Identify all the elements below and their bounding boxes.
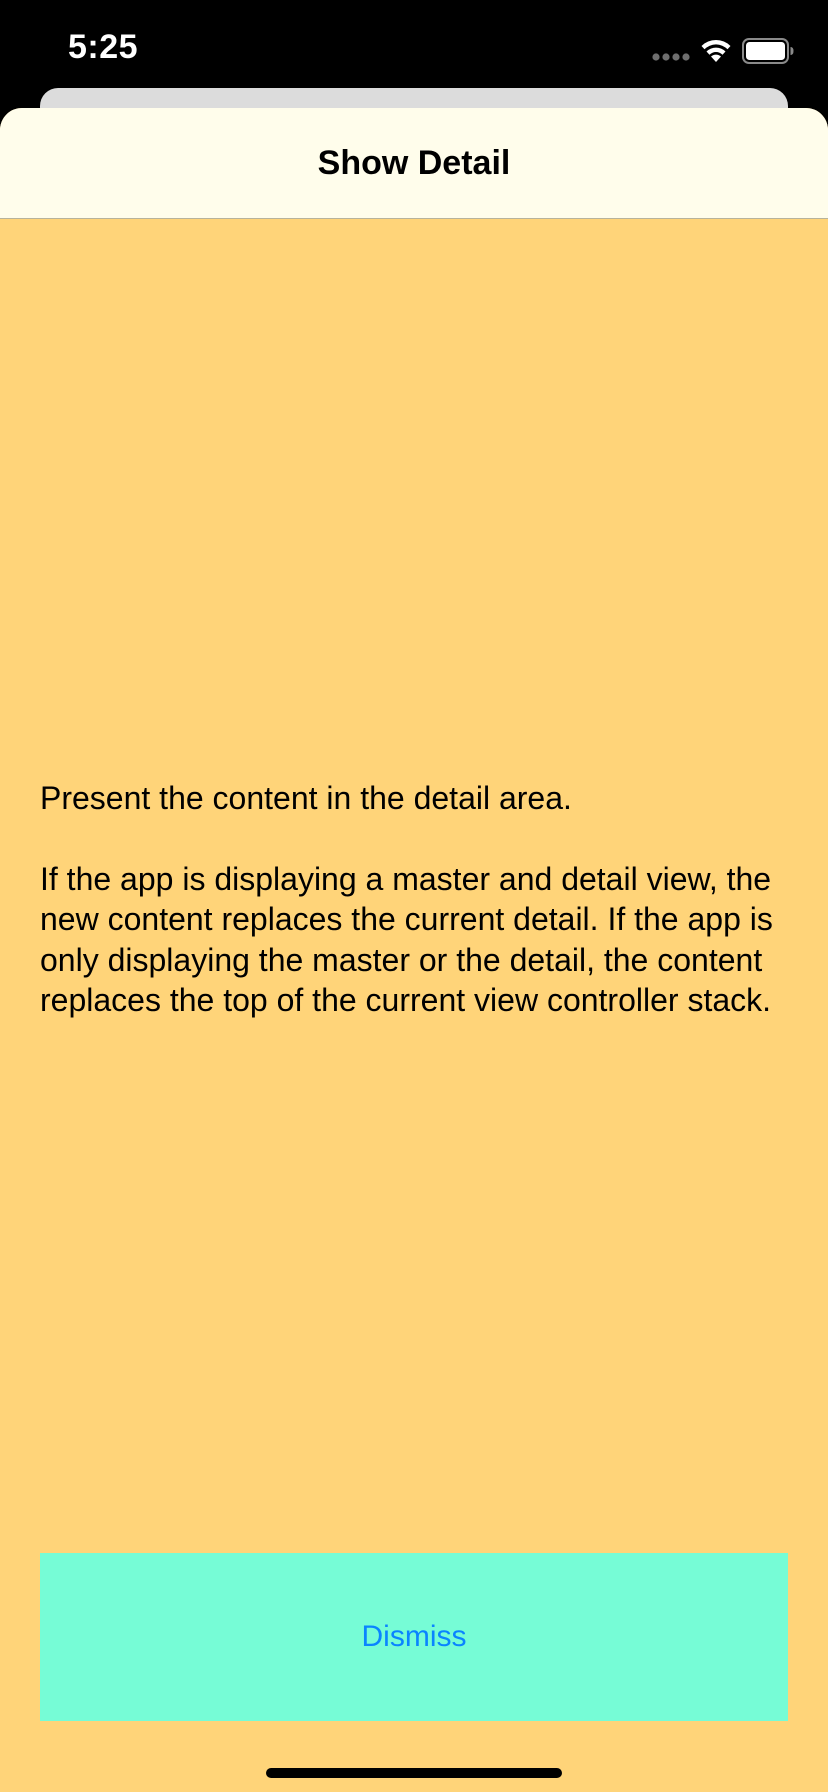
signal-icon	[652, 53, 690, 61]
dismiss-button[interactable]: Dismiss	[40, 1553, 788, 1721]
status-time: 5:25	[68, 28, 139, 66]
detail-sheet: Show Detail Present the content in the d…	[0, 108, 828, 1792]
navigation-bar: Show Detail	[0, 108, 828, 219]
battery-icon	[742, 38, 794, 64]
detail-description-text: If the app is displaying a master and de…	[40, 860, 773, 1019]
phone-screen: 5:25 Show Detail Present the content in …	[0, 0, 828, 1792]
home-indicator[interactable]	[266, 1768, 562, 1778]
page-title: Show Detail	[317, 144, 511, 182]
detail-summary-text: Present the content in the detail area.	[40, 780, 572, 816]
wifi-icon	[701, 39, 731, 62]
status-bar: 5:25	[0, 0, 828, 100]
detail-content: Present the content in the detail area. …	[40, 778, 788, 1021]
